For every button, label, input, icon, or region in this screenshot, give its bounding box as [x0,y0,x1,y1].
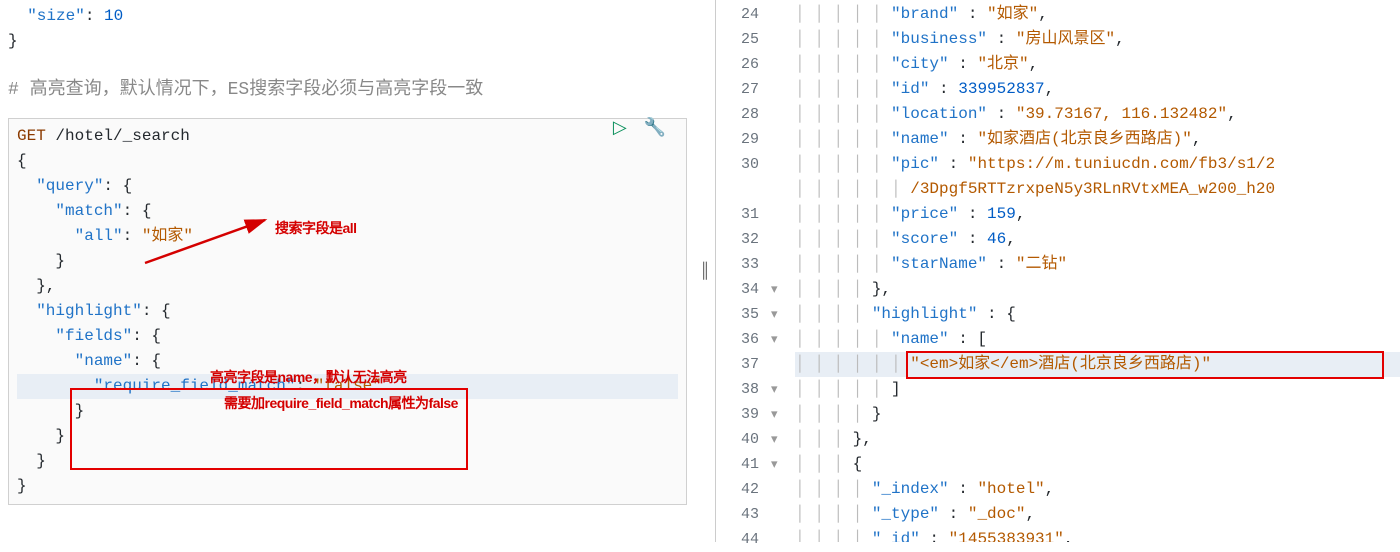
panel-divider[interactable]: ║ [695,0,715,542]
run-actions: ▷ 🔧 [607,117,666,142]
request-editor-panel: "size": 10 } # 高亮查询，默认情况下，ES搜索字段必须与高亮字段一… [0,0,695,542]
fold-gutter: ▾▾▾▾▾▾▾ [771,0,795,542]
query-code-block[interactable]: ▷ 🔧 GET /hotel/_search { "query": { "mat… [8,118,687,505]
line-number-gutter: 2425262728293031323334353637383940414243… [716,0,771,542]
prior-query-tail: "size": 10 } [8,4,687,54]
http-method: GET [17,127,46,145]
comment-line: # 高亮查询，默认情况下，ES搜索字段必须与高亮字段一致 [8,74,687,100]
response-panel: 2425262728293031323334353637383940414243… [715,0,1400,542]
run-icon[interactable]: ▷ [613,119,627,139]
annotation-highlight-field: 高亮字段是name，默认无法高亮 [210,367,407,387]
request-path: /hotel/_search [55,127,189,145]
response-code[interactable]: │ │ │ │ │ "brand" : "如家",│ │ │ │ │ "busi… [795,0,1400,542]
annotation-search-field: 搜索字段是all [275,218,357,238]
annotation-require-prop: 需要加require_field_match属性为false [224,393,458,413]
wrench-icon[interactable]: 🔧 [644,119,666,139]
